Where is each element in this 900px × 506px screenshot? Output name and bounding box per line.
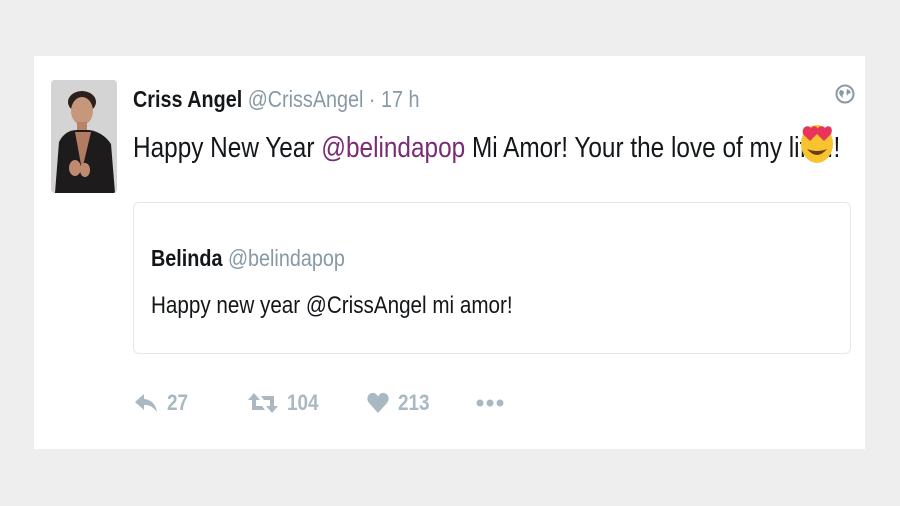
globe-icon[interactable] (835, 84, 855, 104)
tweet-text: Happy New Year @belindapop Mi Amor! Your… (133, 130, 840, 166)
tweet-text-start: Happy New Year (133, 132, 322, 164)
tweet-timestamp[interactable]: 17 h (381, 86, 419, 112)
like-count: 213 (398, 390, 430, 415)
mention-link[interactable]: @belindapop (321, 132, 465, 164)
quoted-author-handle[interactable]: @belindapop (228, 245, 345, 271)
like-button[interactable]: 213 (366, 386, 435, 420)
tweet-card[interactable]: Criss Angel @CrissAngel · 17 h Happy New… (34, 56, 865, 449)
avatar[interactable] (51, 80, 117, 193)
quoted-tweet-text: Happy new year @CrissAngel mi amor! (151, 292, 513, 319)
author-name[interactable]: Criss Angel (133, 86, 242, 112)
separator-dot: · (368, 86, 376, 112)
reply-icon (135, 394, 157, 412)
tweet-text-end: Mi Amor! Your the love of my life!!! (465, 132, 841, 164)
heart-icon (367, 392, 389, 413)
retweet-icon (248, 393, 278, 413)
heart-eyes-emoji-icon (799, 118, 835, 166)
more-options-button[interactable] (475, 386, 505, 420)
tweet-header: Criss Angel @CrissAngel · 17 h (133, 84, 420, 114)
quoted-tweet-header: Belinda @belindapop (151, 243, 345, 273)
quoted-tweet[interactable]: Belinda @belindapop Happy new year @Cris… (133, 202, 851, 354)
author-handle[interactable]: @CrissAngel (248, 86, 364, 112)
retweet-button[interactable]: 104 (247, 386, 324, 420)
retweet-count: 104 (287, 390, 319, 415)
reply-count: 27 (167, 390, 189, 415)
quoted-author-name[interactable]: Belinda (151, 245, 222, 271)
more-icon (476, 399, 504, 407)
reply-button[interactable]: 27 (133, 386, 191, 420)
